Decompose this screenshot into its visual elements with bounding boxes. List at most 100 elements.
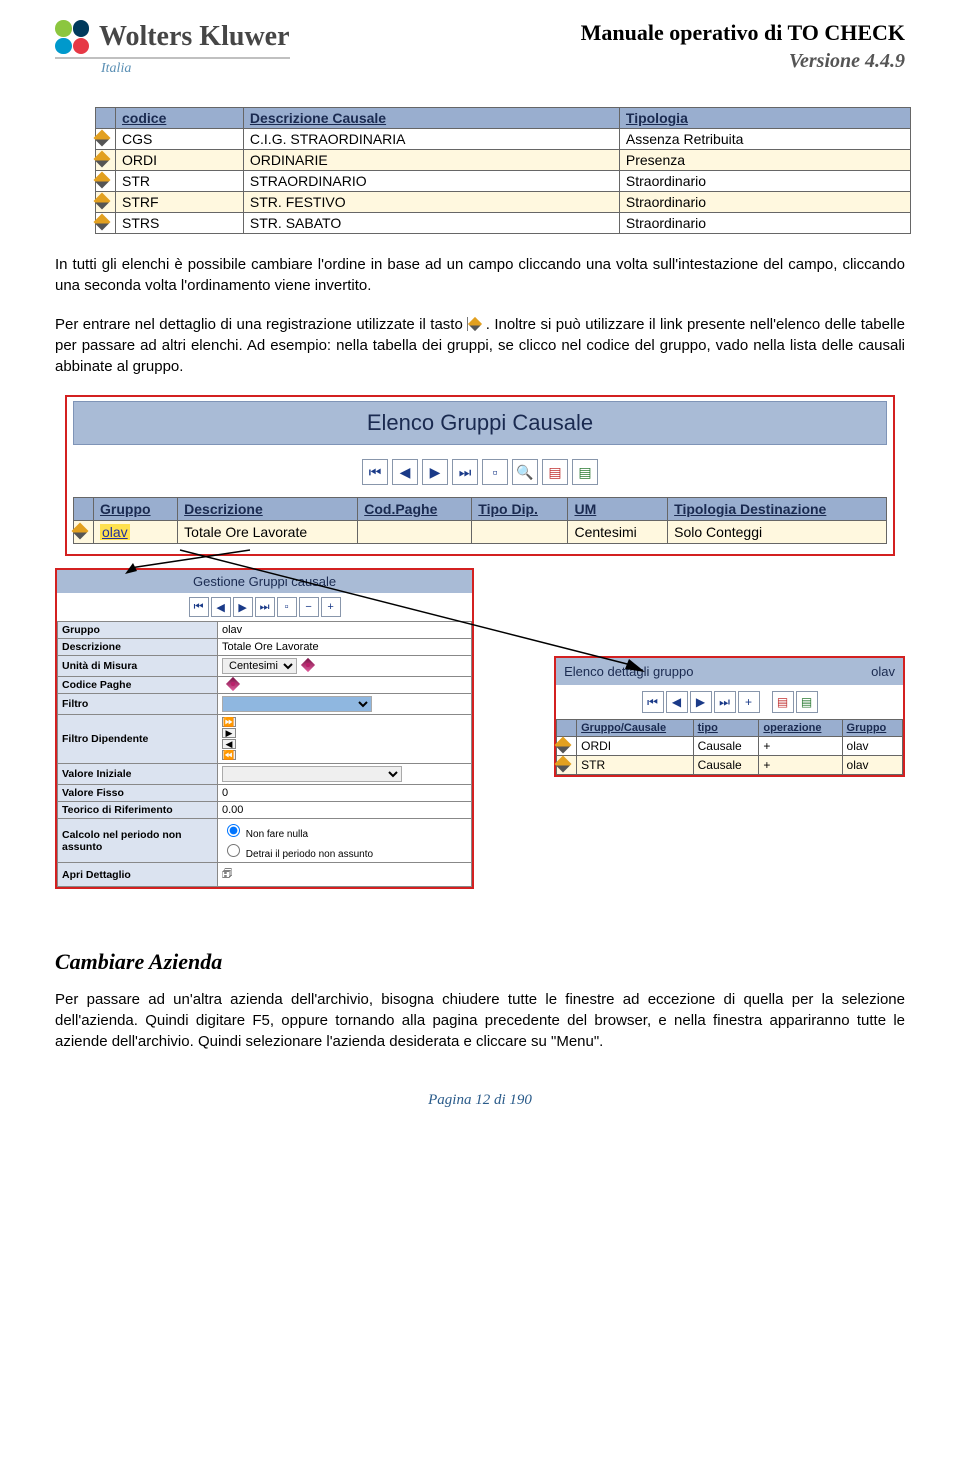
- page-header: Wolters Kluwer Italia Manuale operativo …: [55, 20, 905, 77]
- new-icon[interactable]: ▫: [482, 459, 508, 485]
- form-title: Gestione Gruppi causale: [57, 570, 472, 593]
- form-toolbar: ⏮ ◀ ▶ ⏭ ▫ − +: [57, 593, 472, 621]
- col-gruppo[interactable]: Gruppo: [842, 720, 902, 737]
- doc-version: Versione 4.4.9: [581, 50, 905, 73]
- lbl-calc: Calcolo nel periodo non assunto: [58, 819, 218, 863]
- prev-icon[interactable]: ◀: [666, 691, 688, 713]
- edit-icon[interactable]: [94, 172, 111, 189]
- prev-icon[interactable]: ◀: [211, 597, 231, 617]
- move-right-all-icon[interactable]: ⏩: [222, 717, 236, 727]
- gruppi-panel: Elenco Gruppi Causale ⏮ ◀ ▶ ⏭ ▫ 🔍 ▤ ▤ Gr…: [65, 395, 895, 556]
- move-right-icon[interactable]: ▶: [222, 728, 236, 738]
- panel-title: Elenco Gruppi Causale: [73, 401, 887, 445]
- first-icon[interactable]: ⏮: [189, 597, 209, 617]
- doc-title: Manuale operativo di TO CHECK: [581, 20, 905, 46]
- prev-icon[interactable]: ◀: [392, 459, 418, 485]
- col-codpaghe[interactable]: Cod.Paghe: [358, 498, 472, 521]
- col-tipo[interactable]: tipo: [693, 720, 759, 737]
- table-row: ORDI ORDINARIE Presenza: [96, 150, 911, 171]
- val-filtro[interactable]: [218, 694, 472, 715]
- lbl-tr: Teorico di Riferimento: [58, 802, 218, 819]
- logo-icon: [55, 20, 89, 54]
- save-icon[interactable]: ▫: [277, 597, 297, 617]
- col-descr[interactable]: Descrizione: [178, 498, 358, 521]
- brand-logo: Wolters Kluwer Italia: [55, 20, 290, 77]
- last-icon[interactable]: ⏭: [714, 691, 736, 713]
- edit-icon[interactable]: [72, 523, 89, 540]
- gruppi-table: Gruppo Descrizione Cod.Paghe Tipo Dip. U…: [73, 497, 887, 544]
- next-icon[interactable]: ▶: [422, 459, 448, 485]
- form-fields: Gruppo olav Descrizione Totale Ore Lavor…: [57, 621, 472, 887]
- search-icon[interactable]: 🔍: [512, 459, 538, 485]
- edit-icon[interactable]: [94, 193, 111, 210]
- lbl-um: Unità di Misura: [58, 656, 218, 677]
- table-row: STRF STR. FESTIVO Straordinario: [96, 192, 911, 213]
- paragraph-1: In tutti gli elenchi è possibile cambiar…: [55, 254, 905, 296]
- pdf-icon[interactable]: ▤: [542, 459, 568, 485]
- edit-icon[interactable]: [94, 214, 111, 231]
- val-um[interactable]: Centesimi: [218, 656, 472, 677]
- edit-icon[interactable]: [94, 151, 111, 168]
- val-cp[interactable]: [218, 677, 472, 694]
- last-icon[interactable]: ⏭: [452, 459, 478, 485]
- section-heading: Cambiare Azienda: [55, 949, 905, 975]
- gestione-form: Gestione Gruppi causale ⏮ ◀ ▶ ⏭ ▫ − + Gr…: [55, 568, 474, 889]
- lbl-vi: Valore Iniziale: [58, 764, 218, 785]
- edit-icon[interactable]: [555, 755, 572, 772]
- next-icon[interactable]: ▶: [233, 597, 253, 617]
- dettagli-table: Gruppo/Causale tipo operazione Gruppo OR…: [556, 719, 903, 775]
- dettagli-toolbar: ⏮ ◀ ▶ ⏭ + ▤ ▤: [556, 685, 903, 719]
- table-row: STR Causale + olav: [557, 756, 903, 775]
- table-row: CGS C.I.G. STRAORDINARIA Assenza Retribu…: [96, 129, 911, 150]
- first-icon[interactable]: ⏮: [642, 691, 664, 713]
- val-tr[interactable]: 0.00: [218, 802, 472, 819]
- minus-icon[interactable]: −: [299, 597, 319, 617]
- val-filtrodip[interactable]: ⏩ ▶ ◀ ⏪: [218, 715, 472, 764]
- move-left-icon[interactable]: ◀: [222, 739, 236, 749]
- lbl-cp: Codice Paghe: [58, 677, 218, 694]
- table-row: STRS STR. SABATO Straordinario: [96, 213, 911, 234]
- lower-panels: Gestione Gruppi causale ⏮ ◀ ▶ ⏭ ▫ − + Gr…: [55, 568, 905, 889]
- brand-name: Wolters Kluwer: [99, 21, 290, 53]
- dettagli-panel: Elenco dettagli gruppo olav ⏮ ◀ ▶ ⏭ + ▤ …: [554, 656, 905, 777]
- val-apri[interactable]: 🗊: [218, 863, 472, 887]
- plus-icon[interactable]: +: [321, 597, 341, 617]
- col-tipodip[interactable]: Tipo Dip.: [472, 498, 568, 521]
- edit-icon[interactable]: [94, 130, 111, 147]
- col-op[interactable]: operazione: [759, 720, 842, 737]
- gruppo-link[interactable]: olav: [100, 524, 130, 540]
- doc-title-block: Manuale operativo di TO CHECK Versione 4…: [581, 20, 905, 73]
- dettagli-title: Elenco dettagli gruppo olav: [556, 658, 903, 685]
- edit-icon[interactable]: [555, 736, 572, 753]
- val-calc[interactable]: Non fare nulla Detrai il periodo non ass…: [218, 819, 472, 863]
- excel-icon[interactable]: ▤: [796, 691, 818, 713]
- col-gruppo[interactable]: Gruppo: [94, 498, 178, 521]
- pdf-icon[interactable]: ▤: [772, 691, 794, 713]
- col-descrizione[interactable]: Descrizione Causale: [243, 108, 619, 129]
- next-icon[interactable]: ▶: [690, 691, 712, 713]
- plus-icon[interactable]: +: [738, 691, 760, 713]
- required-icon: [226, 677, 240, 691]
- excel-icon[interactable]: ▤: [572, 459, 598, 485]
- col-tipdest[interactable]: Tipologia Destinazione: [668, 498, 887, 521]
- val-gruppo[interactable]: olav: [218, 622, 472, 639]
- val-vi[interactable]: [218, 764, 472, 785]
- page-footer: Pagina 12 di 190: [55, 1092, 905, 1109]
- lbl-filtrodip: Filtro Dipendente: [58, 715, 218, 764]
- lbl-vf: Valore Fisso: [58, 785, 218, 802]
- last-icon[interactable]: ⏭: [255, 597, 275, 617]
- first-icon[interactable]: ⏮: [362, 459, 388, 485]
- table-row: STR STRAORDINARIO Straordinario: [96, 171, 911, 192]
- val-vf[interactable]: 0: [218, 785, 472, 802]
- col-gc[interactable]: Gruppo/Causale: [577, 720, 694, 737]
- col-tipologia[interactable]: Tipologia: [619, 108, 910, 129]
- col-um[interactable]: UM: [568, 498, 668, 521]
- table-row: olav Totale Ore Lavorate Centesimi Solo …: [74, 521, 887, 544]
- val-descr[interactable]: Totale Ore Lavorate: [218, 639, 472, 656]
- col-codice[interactable]: codice: [116, 108, 244, 129]
- paragraph-3: Per passare ad un'altra azienda dell'arc…: [55, 989, 905, 1052]
- move-left-all-icon[interactable]: ⏪: [222, 750, 236, 760]
- required-icon: [301, 658, 315, 672]
- lbl-gruppo: Gruppo: [58, 622, 218, 639]
- paragraph-2: Per entrare nel dettaglio di una registr…: [55, 314, 905, 377]
